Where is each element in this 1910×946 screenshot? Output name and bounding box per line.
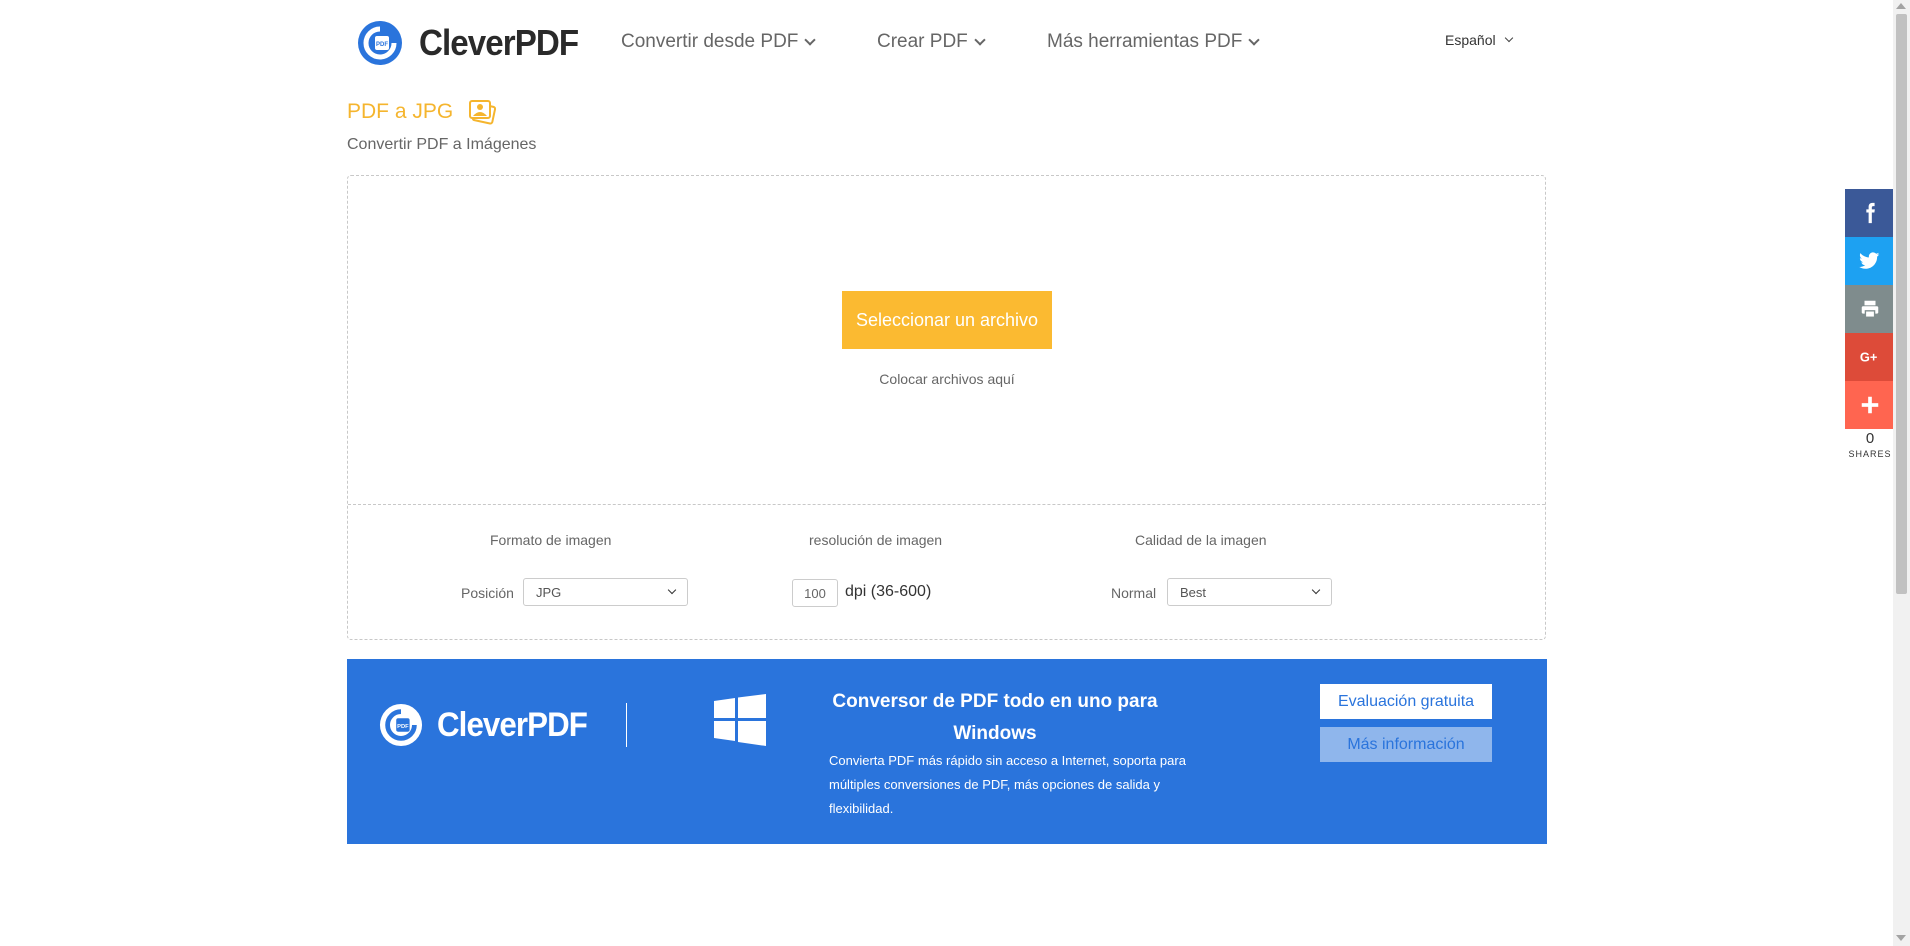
print-icon <box>1861 300 1879 318</box>
promo-heading: Conversor de PDF todo en uno para Window… <box>832 691 1158 744</box>
cleverpdf-logo-icon: PDF <box>358 21 402 65</box>
drop-files-hint: Colocar archivos aquí <box>879 371 1015 387</box>
chevron-down-icon <box>974 34 986 46</box>
windows-icon <box>714 694 766 746</box>
promo-logo: PDF CleverPDF <box>379 703 600 747</box>
logo-badge-text: PDF <box>397 724 409 730</box>
chevron-down-icon <box>804 34 817 46</box>
free-trial-button[interactable]: Evaluación gratuita <box>1320 684 1492 719</box>
image-format-select[interactable]: JPG <box>523 578 688 606</box>
more-info-button[interactable]: Más información <box>1320 727 1492 762</box>
chevron-down-icon <box>1311 585 1321 595</box>
chevron-down-icon <box>1504 33 1513 43</box>
scroll-up-arrow-icon[interactable] <box>1896 3 1906 9</box>
share-more-button[interactable] <box>1845 381 1895 429</box>
share-count: 0 <box>1865 430 1875 447</box>
quality-label: Normal <box>1111 585 1157 601</box>
resolution-unit: dpi (36-600) <box>845 583 932 600</box>
image-quality-select[interactable]: Best <box>1167 578 1332 606</box>
site-logo[interactable]: PDF CleverPDF <box>357 20 592 66</box>
google-plus-icon: G+ <box>1860 350 1877 365</box>
image-resolution-heading: resolución de imagen <box>809 532 943 548</box>
scrollbar-thumb[interactable] <box>1896 14 1907 594</box>
svg-text:G+: G+ <box>1860 350 1877 365</box>
nav-more-tools[interactable]: Más herramientas PDF <box>1047 31 1261 53</box>
share-twitter-button[interactable] <box>1845 237 1895 285</box>
promo-description: Convierta PDF más rápido sin acceso a In… <box>829 753 1186 816</box>
nav-label: Convertir desde PDF <box>621 31 799 52</box>
nav-label: Crear PDF <box>877 31 968 52</box>
panel-divider <box>348 504 1545 505</box>
page-title: PDF a JPG <box>347 100 454 123</box>
promo-separator <box>626 703 627 747</box>
plus-icon <box>1861 396 1879 414</box>
twitter-icon <box>1859 252 1880 269</box>
image-format-value: JPG <box>536 584 562 600</box>
position-label: Posición <box>461 585 514 601</box>
share-google-plus-button[interactable]: G+ <box>1845 333 1895 381</box>
chevron-down-icon <box>667 585 677 595</box>
image-quality-value: Best <box>1180 584 1207 600</box>
share-count-label: SHARES <box>1848 449 1892 459</box>
promo-logo-text: CleverPDF <box>437 705 588 744</box>
select-file-button[interactable]: Seleccionar un archivo <box>842 291 1052 349</box>
images-icon <box>469 100 497 125</box>
scroll-down-arrow-icon[interactable] <box>1896 935 1906 941</box>
upload-panel[interactable] <box>347 175 1546 640</box>
page-subtitle: Convertir PDF a Imágenes <box>347 136 537 153</box>
nav-label: Más herramientas PDF <box>1047 31 1243 52</box>
language-label: Español <box>1445 32 1496 48</box>
nav-convert-from-pdf[interactable]: Convertir desde PDF <box>621 31 817 53</box>
nav-create-pdf[interactable]: Crear PDF <box>877 31 986 53</box>
cleverpdf-logo-icon: PDF <box>379 703 423 747</box>
resolution-input[interactable] <box>792 579 838 607</box>
image-format-heading: Formato de imagen <box>490 532 612 548</box>
image-quality-heading: Calidad de la imagen <box>1135 532 1267 548</box>
share-facebook-button[interactable] <box>1845 189 1895 237</box>
chevron-down-icon <box>1248 34 1261 46</box>
share-print-button[interactable] <box>1845 285 1895 333</box>
logo-text: CleverPDF <box>419 22 579 63</box>
facebook-icon <box>1866 202 1875 224</box>
language-selector[interactable]: Español <box>1445 32 1513 48</box>
logo-badge-text: PDF <box>376 42 388 48</box>
